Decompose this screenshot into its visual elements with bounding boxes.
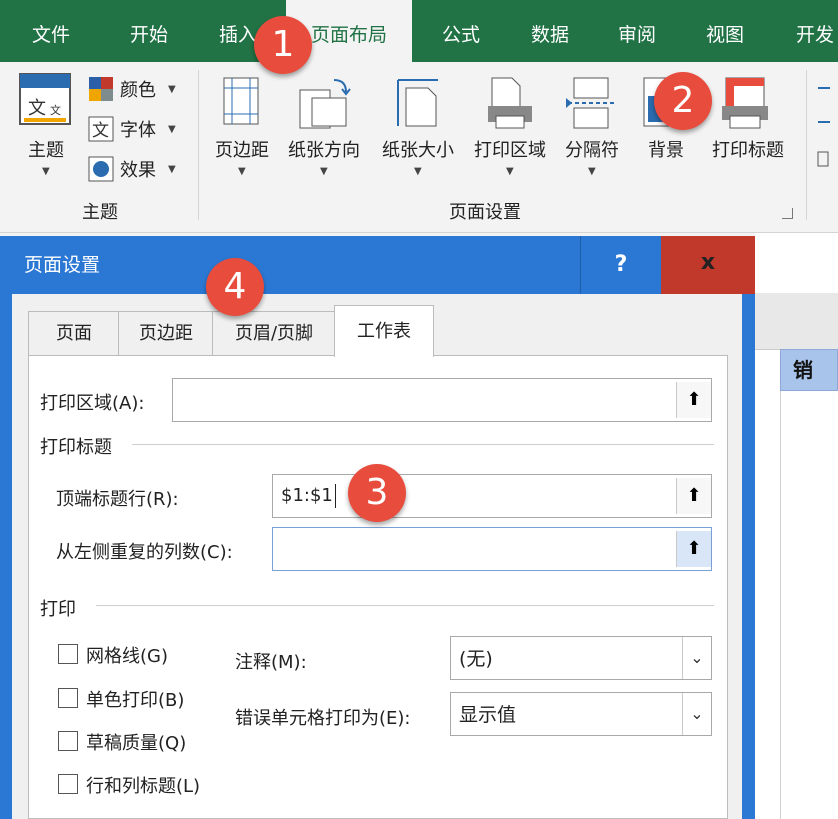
tab-header-footer[interactable]: 页眉/页脚 <box>212 311 336 356</box>
size-label[interactable]: 纸张大小 <box>374 136 462 162</box>
tab-margins[interactable]: 页边距 <box>118 311 214 356</box>
chevron-down-icon: ▼ <box>506 166 514 177</box>
print-area-icon[interactable] <box>484 76 536 130</box>
row-col-headings-checkbox[interactable] <box>58 774 78 794</box>
gridlines-checkbox[interactable] <box>58 644 78 664</box>
columns-to-repeat-label: 从左侧重复的列数(C): <box>56 542 233 563</box>
chevron-down-icon: ▼ <box>168 84 176 95</box>
breaks-icon[interactable] <box>566 76 616 130</box>
print-area-label[interactable]: 打印区域 <box>466 136 554 162</box>
tab-view[interactable]: 视图 <box>686 0 764 62</box>
orientation-label[interactable]: 纸张方向 <box>280 136 368 162</box>
margins-icon[interactable] <box>222 76 262 128</box>
rows-to-repeat-label: 顶端标题行(R): <box>56 489 179 510</box>
worksheet-area: 销 <box>755 233 838 819</box>
chevron-down-icon: ▼ <box>320 166 328 177</box>
margins-label[interactable]: 页边距 <box>206 136 278 162</box>
scale-options-icon[interactable] <box>814 82 834 192</box>
colors-label[interactable]: 颜色 <box>120 76 156 102</box>
cell-errors-value: 显示值 <box>459 704 517 726</box>
fonts-icon[interactable]: 文 <box>88 116 114 142</box>
tab-review[interactable]: 审阅 <box>598 0 676 62</box>
tab-formulas[interactable]: 公式 <box>422 0 500 62</box>
grid-line <box>780 391 781 819</box>
colors-icon[interactable] <box>88 76 114 102</box>
draft-quality-checkbox[interactable] <box>58 731 78 751</box>
draft-quality-label[interactable]: 草稿质量(Q) <box>86 729 186 755</box>
fonts-label[interactable]: 字体 <box>120 116 156 142</box>
divider <box>132 444 714 445</box>
svg-text:文: 文 <box>28 98 46 119</box>
background-label[interactable]: 背景 <box>636 136 696 162</box>
step-badge-3: 3 <box>348 464 406 522</box>
group-separator <box>198 70 199 220</box>
tab-sheet[interactable]: 工作表 <box>334 305 434 357</box>
text-cursor <box>335 484 336 508</box>
tab-home[interactable]: 开始 <box>110 0 188 62</box>
chevron-down-icon: ▼ <box>168 164 176 175</box>
comments-value: (无) <box>459 648 493 670</box>
effects-label[interactable]: 效果 <box>120 156 156 182</box>
orientation-icon[interactable] <box>296 76 352 130</box>
chevron-down-icon: ▼ <box>168 124 176 135</box>
rows-to-repeat-input[interactable]: $1:$1 ⬆ <box>272 474 712 518</box>
print-titles-section-label: 打印标题 <box>40 437 112 458</box>
comments-label: 注释(M): <box>235 652 307 673</box>
print-titles-icon[interactable] <box>720 76 772 130</box>
row-col-headings-label[interactable]: 行和列标题(L) <box>86 772 200 798</box>
column-header-bar <box>755 293 838 350</box>
svg-text:文: 文 <box>92 121 109 141</box>
chevron-down-icon[interactable]: ⌄ <box>682 637 711 679</box>
chevron-down-icon: ▼ <box>588 166 596 177</box>
tab-page[interactable]: 页面 <box>28 311 120 356</box>
breaks-label[interactable]: 分隔符 <box>556 136 628 162</box>
dialog-launcher-icon[interactable] <box>782 208 793 219</box>
dialog-title: 页面设置 <box>24 254 101 276</box>
collapse-dialog-icon[interactable]: ⬆ <box>676 478 711 514</box>
ribbon-tab-bar: 文件 开始 插入 页面布局 公式 数据 审阅 视图 开发 <box>0 0 838 62</box>
print-area-field-label: 打印区域(A): <box>40 393 145 414</box>
black-and-white-label[interactable]: 单色打印(B) <box>86 686 184 712</box>
chevron-down-icon: ▼ <box>42 166 50 177</box>
tab-developer[interactable]: 开发 <box>780 0 838 62</box>
svg-text:文: 文 <box>50 103 61 117</box>
group-label-page-setup: 页面设置 <box>449 202 521 223</box>
tab-file[interactable]: 文件 <box>14 0 88 62</box>
effects-icon[interactable] <box>88 156 114 182</box>
size-icon[interactable] <box>394 76 442 130</box>
group-label-themes: 主题 <box>82 202 118 223</box>
comments-select[interactable]: (无) ⌄ <box>450 636 712 680</box>
help-button[interactable]: ? <box>580 236 661 294</box>
themes-label[interactable]: 主题 <box>20 136 72 162</box>
step-badge-4: 4 <box>206 258 264 316</box>
themes-icon[interactable]: 文 文 <box>18 72 74 130</box>
cell-errors-select[interactable]: 显示值 ⌄ <box>450 692 712 736</box>
group-separator <box>806 70 807 220</box>
rows-to-repeat-value: $1:$1 <box>281 485 333 506</box>
print-section-label: 打印 <box>40 599 76 620</box>
gridlines-label[interactable]: 网格线(G) <box>86 642 168 668</box>
columns-to-repeat-input[interactable]: ⬆ <box>272 527 712 571</box>
chevron-down-icon: ▼ <box>414 166 422 177</box>
chevron-down-icon: ▼ <box>238 166 246 177</box>
cell-errors-label: 错误单元格打印为(E): <box>235 708 411 729</box>
divider <box>96 605 714 606</box>
black-and-white-checkbox[interactable] <box>58 688 78 708</box>
ribbon-body: 文 文 主题 ▼ 颜色 ▼ 文 字体 ▼ 效果 ▼ 主题 页边距 ▼ 纸张方向 … <box>0 62 838 233</box>
header-cell[interactable]: 销 <box>780 349 838 391</box>
step-badge-2: 2 <box>654 72 712 130</box>
close-button[interactable]: x <box>661 236 755 294</box>
chevron-down-icon[interactable]: ⌄ <box>682 693 711 735</box>
step-badge-1: 1 <box>254 16 312 74</box>
tab-data[interactable]: 数据 <box>510 0 590 62</box>
collapse-dialog-icon[interactable]: ⬆ <box>676 382 711 418</box>
collapse-dialog-icon[interactable]: ⬆ <box>676 531 711 567</box>
print-area-input[interactable]: ⬆ <box>172 378 712 422</box>
print-titles-label[interactable]: 打印标题 <box>704 136 792 162</box>
